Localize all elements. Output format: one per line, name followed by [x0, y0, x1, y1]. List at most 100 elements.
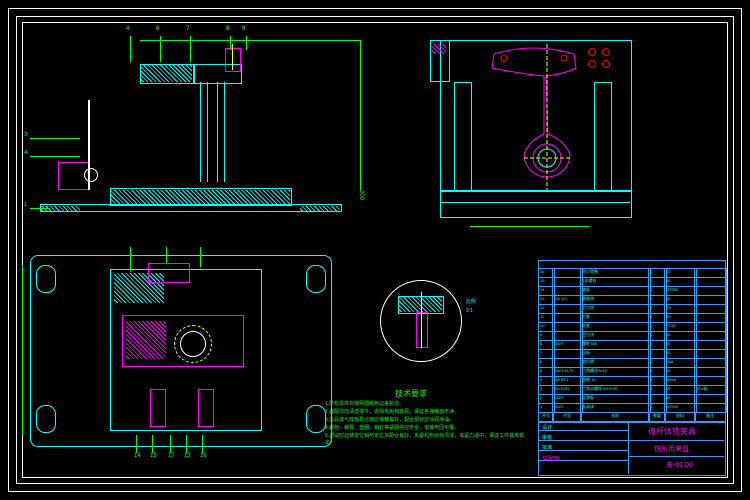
tech-req-line: 1.所有零件均按照图纸的公差制造。	[325, 400, 404, 407]
detail-content	[392, 292, 448, 348]
connecting-rod	[474, 44, 594, 194]
title-main: 连杆体铣夹具	[648, 426, 696, 437]
tb-label: 批准	[542, 444, 552, 451]
balloon: 1	[24, 202, 27, 208]
parts-cell	[552, 304, 583, 314]
parts-cell	[694, 295, 727, 305]
column-left	[88, 100, 90, 190]
parts-cell: 开口垫圈	[580, 268, 651, 278]
slot	[36, 405, 56, 433]
title-sub: 铣削用夹具	[654, 444, 689, 454]
parts-cell: 35	[664, 385, 697, 395]
parts-cell: GB/T	[552, 394, 583, 404]
tb-assembly: 装配图	[542, 454, 560, 463]
slot-right	[594, 82, 612, 192]
leader	[152, 435, 153, 453]
leader	[30, 138, 80, 139]
stem-r	[224, 82, 225, 182]
leader	[186, 435, 187, 453]
parts-cell	[552, 268, 583, 278]
balloon: 6	[156, 26, 159, 32]
balloon: 3	[24, 132, 27, 138]
hole	[602, 48, 610, 56]
parts-cell: T8	[664, 304, 697, 314]
parts-cell	[694, 358, 727, 368]
parts-cell	[694, 394, 727, 404]
parts-cell: GB/T 6170	[552, 367, 583, 377]
parts-cell	[694, 367, 727, 377]
parts-cell: 六角头螺栓 M10×30	[580, 385, 651, 395]
leader	[136, 435, 137, 453]
leader	[30, 156, 80, 157]
parts-cell: 45	[664, 394, 697, 404]
titleblock-area: 1GB/T夹具体1HT2002GB/T支承板2453GB 5782六角头螺栓 M…	[538, 260, 726, 476]
d-bolt	[416, 312, 428, 348]
parts-cell: GB 117	[552, 295, 583, 305]
stem-il	[207, 82, 208, 182]
detail-view: 比例 2:1	[380, 280, 470, 370]
leader	[130, 247, 131, 271]
parts-cell	[694, 349, 727, 359]
balloon: 13	[184, 453, 191, 459]
parts-cell	[552, 322, 583, 332]
pin-circle	[84, 168, 98, 182]
parts-cell	[694, 304, 727, 314]
slot	[306, 405, 326, 433]
hdr: 材料	[664, 412, 696, 422]
leader	[246, 36, 247, 50]
front-view: 4 6 7 8 9 3 4 1 200	[40, 30, 360, 230]
parts-cell: 定位块	[580, 331, 651, 341]
hdr: 备注	[694, 412, 726, 422]
bolt	[198, 389, 214, 427]
leader	[30, 208, 50, 209]
parts-cell: 螺柱 M8	[580, 340, 651, 350]
parts-cell: 45	[664, 268, 697, 278]
parts-cell	[694, 376, 727, 386]
hatch	[140, 64, 192, 82]
tb-label: 设计	[542, 424, 552, 431]
balloon: 7	[186, 26, 189, 32]
dim-v-text: 200	[358, 190, 364, 200]
dim	[22, 265, 23, 435]
parts-cell: 45	[664, 331, 697, 341]
balloon: 9	[242, 26, 245, 32]
tech-requirements: 技术要求 1.所有零件均按照图纸的公差制造。 2.装配前应清洗零件，去除毛刺和铁…	[325, 388, 525, 462]
parts-cell: 衬套	[580, 313, 651, 323]
parts-cell: 45	[664, 277, 697, 287]
tech-req-line: 3.夹具体与底板配合面应接触良好，配合部分应涂润滑油。	[325, 416, 454, 423]
parts-cell: 35	[664, 340, 697, 350]
axis-circle	[174, 325, 212, 363]
parts-cell: 圆锥销	[580, 295, 651, 305]
hatch	[110, 190, 290, 206]
parts-cell	[552, 277, 583, 287]
leader	[230, 36, 231, 50]
tech-req-title: 技术要求	[395, 388, 427, 399]
base	[440, 190, 632, 218]
axis	[421, 292, 422, 348]
parts-cell: 对刀块	[580, 304, 651, 314]
hole	[602, 60, 610, 68]
hdr: 代号	[552, 412, 582, 422]
parts-cell	[552, 349, 583, 359]
parts-cell	[552, 313, 583, 323]
parts-cell: 45	[664, 349, 697, 359]
parts-cell: T10A	[664, 322, 697, 332]
dim-top	[140, 40, 360, 41]
stem-l	[200, 82, 201, 182]
balloon: 16	[200, 453, 207, 459]
parts-cell: 定位销	[580, 358, 651, 368]
balloon: 4	[24, 150, 27, 156]
hatch	[300, 206, 340, 212]
parts-cell: 20	[664, 313, 697, 323]
parts-cell	[694, 277, 727, 287]
hatch	[398, 296, 442, 312]
parts-cell: GB 5782	[552, 385, 583, 395]
parts-cell: 支承板	[580, 394, 651, 404]
leader	[190, 36, 191, 62]
leader	[202, 435, 203, 453]
balloon: 8	[226, 26, 229, 32]
slot	[36, 265, 56, 293]
parts-cell: HT200	[664, 286, 697, 296]
parts-cell: 65Mn	[664, 376, 697, 386]
pad	[432, 44, 446, 54]
